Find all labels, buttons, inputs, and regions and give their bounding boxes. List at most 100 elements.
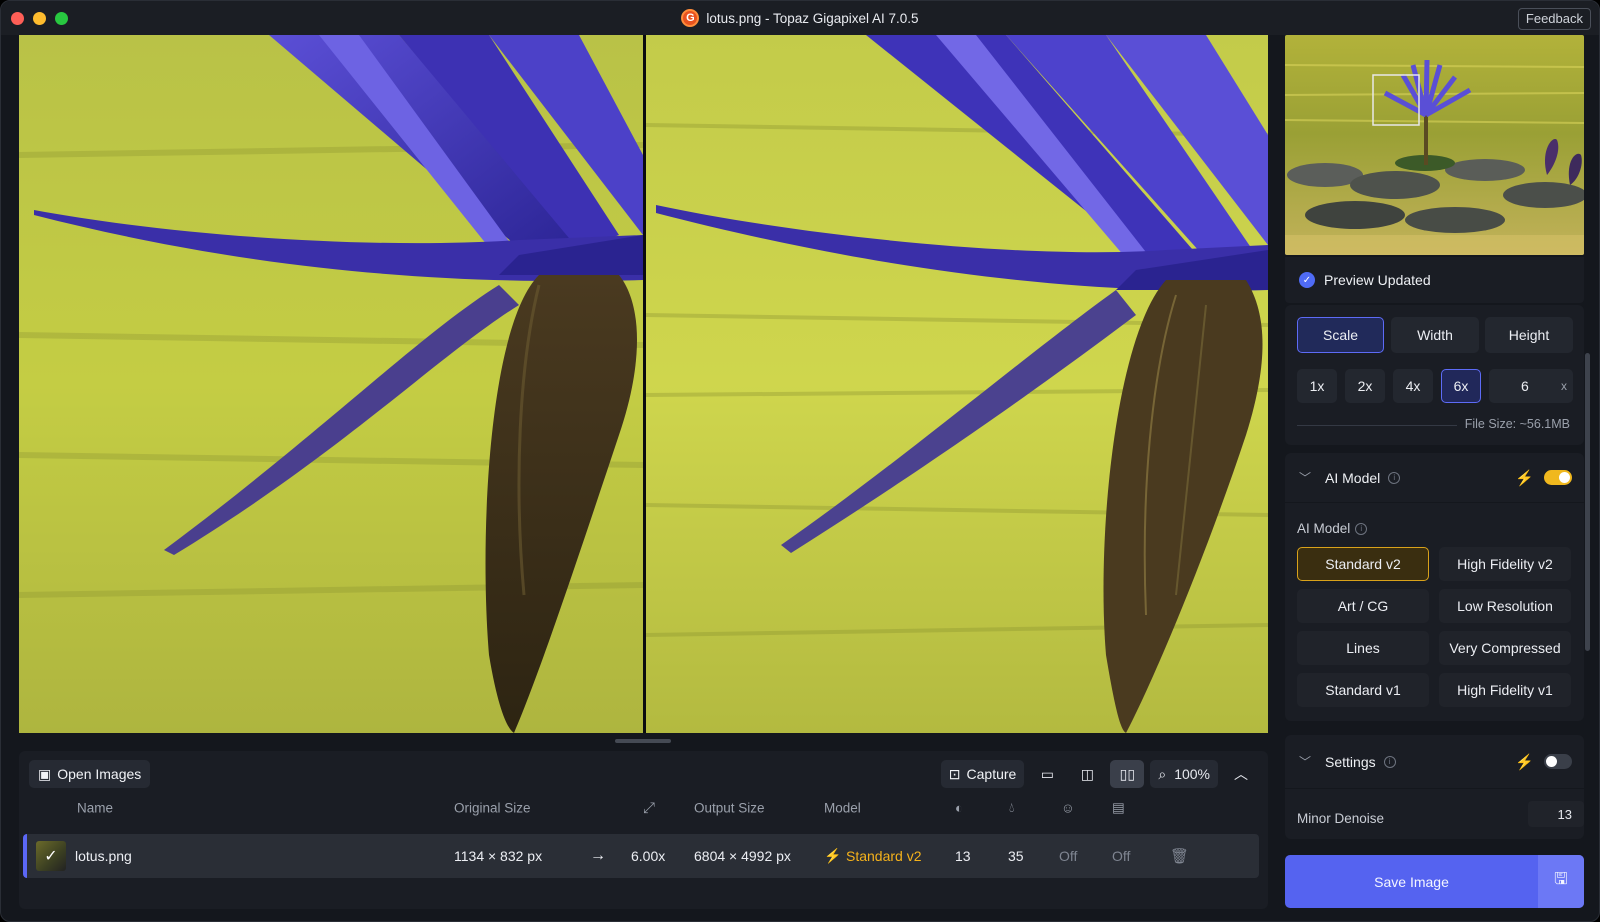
ai-model-toggle[interactable] [1544, 470, 1572, 485]
image-icon: ▣ [38, 765, 52, 782]
info-icon[interactable]: i [1383, 755, 1396, 768]
model-low-resolution[interactable]: Low Resolution [1439, 589, 1571, 623]
save-options-button[interactable]: 🖫︎ [1538, 855, 1584, 908]
row-original-size: 1134 × 832 px [454, 848, 543, 864]
model-standard-v2[interactable]: Standard v2 [1297, 547, 1429, 581]
resize-card: Scale Width Height 1x 2x 4x 6x 6 x File … [1285, 305, 1584, 445]
original-preview-pane[interactable] [19, 35, 643, 733]
capture-button[interactable]: ⊡ Capture [940, 760, 1025, 788]
queue-table-header: Name Original Size ⤢ Output Size Model ◐… [19, 791, 1268, 825]
export-settings-icon: 🖫︎ [1554, 871, 1568, 888]
ai-model-title: AI Model [1325, 469, 1381, 486]
window-title: lotus.png - Topaz Gigapixel AI 7.0.5 [706, 10, 919, 26]
open-images-label: Open Images [57, 766, 142, 782]
settings-header[interactable]: ﹀ Settings i ⚡ [1285, 735, 1584, 789]
table-row[interactable]: ✓ lotus.png 1134 × 832 px → 6.00x 6804 ×… [23, 834, 1259, 878]
capture-icon: ⊡ [948, 765, 961, 782]
info-icon[interactable]: i [1355, 522, 1368, 535]
preview-status-text: Preview Updated [1324, 272, 1431, 288]
bolt-icon: ⚡ [1515, 753, 1534, 771]
resize-mode-scale[interactable]: Scale [1297, 317, 1384, 353]
upscaled-preview-image [646, 35, 1268, 733]
header-model: Model [824, 800, 861, 816]
panel-resize-handle[interactable] [615, 739, 671, 743]
app-window: G lotus.png - Topaz Gigapixel AI 7.0.5 F… [0, 0, 1600, 922]
scale-preset-1x[interactable]: 1x [1297, 369, 1337, 403]
row-scale: 6.00x [631, 848, 666, 864]
row-sharpen: 35 [1008, 848, 1024, 864]
minor-denoise-input[interactable]: 13 [1528, 801, 1584, 827]
original-preview-image [19, 35, 643, 733]
trash-icon[interactable]: 🗑︎ [1170, 847, 1189, 865]
row-output-size: 6804 × 4992 px [694, 848, 791, 864]
row-denoise: 13 [955, 848, 971, 864]
window-title-group: G lotus.png - Topaz Gigapixel AI 7.0.5 [681, 9, 919, 27]
info-icon[interactable]: i [1388, 471, 1401, 484]
image-queue-panel: ▣ Open Images ⊡ Capture ▭ ◫ ▯▯ ⌕ 100% ︿ … [19, 751, 1268, 909]
model-high-fidelity-v2[interactable]: High Fidelity v2 [1439, 547, 1571, 581]
settings-title: Settings [1325, 753, 1376, 770]
ai-model-header[interactable]: ﹀ AI Model i ⚡ [1285, 453, 1584, 503]
model-very-compressed[interactable]: Very Compressed [1439, 631, 1571, 665]
custom-scale-unit: x [1561, 379, 1567, 393]
ai-model-card: ﹀ AI Model i ⚡ AI Model i Standard v2 Hi… [1285, 453, 1584, 721]
save-image-label: Save Image [1374, 873, 1449, 890]
row-face-recovery: Off [1059, 848, 1078, 864]
preview-status: ✓ Preview Updated [1285, 257, 1584, 303]
minimize-window-button[interactable] [33, 12, 46, 25]
header-output-size: Output Size [694, 800, 765, 816]
image-thumbnail: ✓ [36, 841, 66, 871]
row-compression: Off [1112, 848, 1131, 864]
header-name: Name [77, 800, 114, 816]
bolt-icon: ⚡ [1515, 469, 1534, 487]
model-art-cg[interactable]: Art / CG [1297, 589, 1429, 623]
header-original-size: Original Size [454, 800, 531, 816]
chevron-down-icon[interactable]: ﹀ [1299, 469, 1311, 486]
row-name: lotus.png [75, 848, 132, 864]
expand-scale-icon: ⤢ [643, 799, 656, 817]
resize-mode-width[interactable]: Width [1391, 317, 1479, 353]
maximize-window-button[interactable] [55, 12, 68, 25]
window-controls [11, 12, 68, 25]
divider [1297, 425, 1457, 426]
capture-label: Capture [966, 766, 1017, 782]
single-view-icon[interactable]: ▭ [1030, 760, 1064, 788]
chevron-down-icon[interactable]: ﹀ [1299, 753, 1311, 770]
feedback-button[interactable]: Feedback [1517, 8, 1591, 30]
close-window-button[interactable] [11, 12, 24, 25]
settings-card: ﹀ Settings i ⚡ Minor Denoise 13 [1285, 735, 1584, 839]
sidebar-scrollbar[interactable] [1585, 353, 1590, 651]
row-model[interactable]: Standard v2 [846, 848, 922, 864]
navigator-image [1285, 35, 1584, 255]
sharpen-icon: 💧︎ [1009, 800, 1015, 815]
compression-icon: ▤ [1112, 800, 1125, 815]
save-image-button[interactable]: Save Image 🖫︎ [1285, 855, 1584, 908]
arrow-right-icon: → [590, 847, 606, 864]
scale-preset-6x[interactable]: 6x [1441, 369, 1481, 403]
file-size: File Size: ~56.1MB [1464, 417, 1570, 431]
check-circle-icon: ✓ [1299, 272, 1315, 288]
chevron-up-icon[interactable]: ︿ [1224, 760, 1258, 788]
ai-model-label: AI Model [1297, 521, 1351, 536]
model-lines[interactable]: Lines [1297, 631, 1429, 665]
custom-scale-input[interactable]: 6 x [1489, 369, 1573, 403]
upscaled-preview-pane[interactable] [646, 35, 1268, 733]
scale-preset-2x[interactable]: 2x [1345, 369, 1385, 403]
view-toolbar: ⊡ Capture ▭ ◫ ▯▯ ⌕ 100% ︿ [940, 760, 1258, 788]
split-view-icon[interactable]: ◫ [1070, 760, 1104, 788]
minor-denoise-label: Minor Denoise [1297, 811, 1385, 826]
denoise-icon: ◐ [955, 800, 964, 816]
settings-toggle[interactable] [1544, 754, 1572, 769]
resize-mode-height[interactable]: Height [1485, 317, 1573, 353]
model-high-fidelity-v1[interactable]: High Fidelity v1 [1439, 673, 1571, 707]
open-images-button[interactable]: ▣ Open Images [29, 760, 151, 788]
zoom-control[interactable]: ⌕ 100% [1150, 760, 1218, 788]
side-by-side-view-icon[interactable]: ▯▯ [1110, 760, 1145, 788]
navigator-thumbnail[interactable] [1285, 35, 1584, 255]
scale-preset-4x[interactable]: 4x [1393, 369, 1433, 403]
topaz-logo-icon: G [681, 9, 700, 27]
zoom-level: 100% [1174, 766, 1210, 782]
model-standard-v1[interactable]: Standard v1 [1297, 673, 1429, 707]
face-recovery-icon: ☺ [1061, 800, 1075, 816]
ai-model-label-row: AI Model i [1297, 521, 1368, 536]
